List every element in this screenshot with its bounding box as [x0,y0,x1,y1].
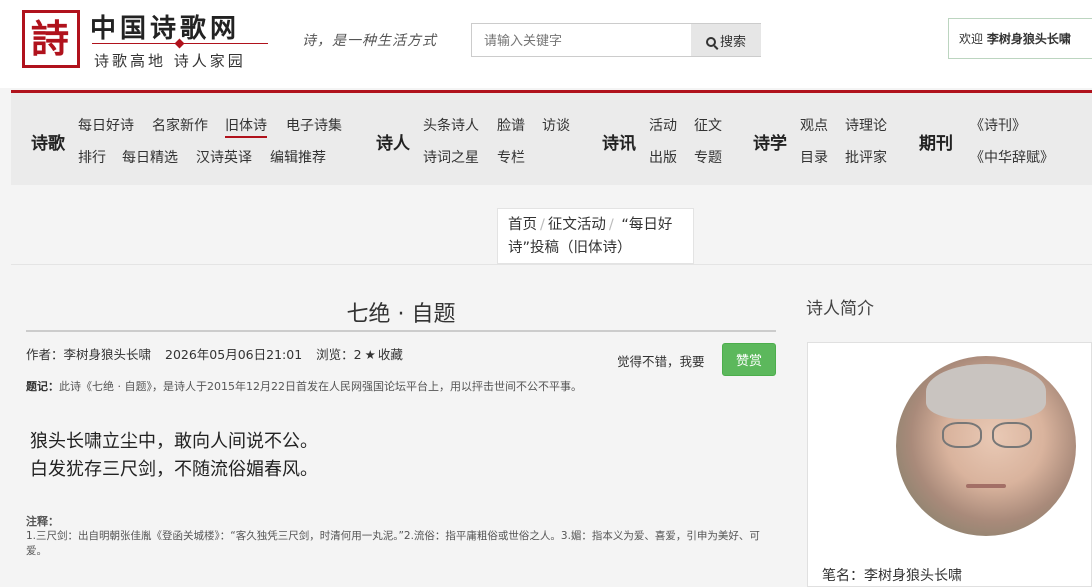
nav-link-viewpoints[interactable]: 观点 [800,115,828,135]
nav-link-e-collection[interactable]: 电子诗集 [286,115,342,135]
site-header: 詩 中国诗歌网 诗歌高地 诗人家园 诗，是一种生活方式 搜索 欢迎 李树身狼头长… [0,0,1092,88]
search-icon [705,36,716,47]
poem-body: 狼头长啸立尘中，敢向人间说不公。 白发犹存三尺剑，不随流俗媚春风。 [30,428,318,484]
pen-name: 笔名：李树身狼头长啸 [822,568,962,584]
nav-link-topics[interactable]: 专题 [694,147,722,167]
logo-glyph: 詩 [31,16,70,61]
breadcrumb-home[interactable]: 首页 [508,217,537,233]
dedication-text: 此诗《七绝 · 自题》，是诗人于2015年12月22日首发在人民网强国论坛平台上… [59,380,582,393]
nav-category-poets[interactable]: 诗人 [376,129,410,154]
breadcrumb-separator: / [608,217,614,233]
mouth [966,484,1006,488]
article-meta: 作者：李树身狼头长啸 2026年05月06日21:01 浏览：2 ★ 收藏 [26,344,413,363]
nav-link-critics[interactable]: 批评家 [845,147,887,167]
nav-link-ranking[interactable]: 排行 [78,147,106,167]
nav-category-poetry[interactable]: 诗歌 [31,129,65,154]
nav-link-columns[interactable]: 专栏 [497,147,525,167]
breadcrumb-separator: / [540,217,545,233]
nav-link-cifu[interactable]: 《中华辞赋》 [970,147,1054,167]
favorite-link[interactable]: 收藏 [378,347,403,362]
nav-link-profiles[interactable]: 脸谱 [497,115,525,135]
star-icon[interactable]: ★ [365,347,376,362]
user-name-link[interactable]: 李树身狼头长啸 [987,32,1071,46]
breadcrumb-section[interactable]: 征文活动 [548,217,606,233]
article-title: 七绝 · 自题 [346,302,456,327]
notes-label: 注释： [26,515,59,528]
nav-link-interviews[interactable]: 访谈 [542,115,570,135]
search-button-label: 搜索 [719,33,746,49]
search-button[interactable]: 搜索 [691,24,761,56]
welcome-box: 欢迎 李树身狼头长啸 [948,18,1092,59]
glasses-left [942,422,982,448]
poem-line: 白发犹存三尺剑，不随流俗媚春风。 [30,459,318,480]
site-slogan: 诗，是一种生活方式 [302,33,437,49]
title-divider [26,330,776,332]
nav-link-star[interactable]: 诗词之星 [423,147,479,167]
nav-category-poetics[interactable]: 诗学 [753,129,787,154]
glasses-right [992,422,1032,448]
like-prompt: 觉得不错，我要 [617,354,705,369]
site-logo[interactable]: 詩 [22,10,80,68]
nav-link-shikan[interactable]: 《诗刊》 [970,115,1026,135]
main-nav: 诗歌 每日好诗 名家新作 旧体诗 电子诗集 排行 每日精选 汉诗英译 编辑推荐 … [11,90,1092,185]
dedication: 题记：此诗《七绝 · 自题》，是诗人于2015年12月22日首发在人民网强国论坛… [26,378,582,394]
site-name[interactable]: 中国诗歌网 [90,8,240,45]
poem-line: 狼头长啸立尘中，敢向人间说不公。 [30,431,318,452]
nav-link-classical-poetry[interactable]: 旧体诗 [225,115,267,138]
nav-link-catalog[interactable]: 目录 [800,147,828,167]
nav-category-news[interactable]: 诗讯 [602,129,636,154]
hair [926,364,1046,419]
nav-link-publishing[interactable]: 出版 [649,147,677,167]
breadcrumb: 首页 / 征文活动 / “每日好诗”投稿（旧体诗） [497,208,694,264]
nav-link-masters-new[interactable]: 名家新作 [152,115,208,135]
welcome-prefix: 欢迎 [959,32,984,46]
nav-link-daily-picks[interactable]: 每日精选 [122,147,178,167]
publish-date: 2026年05月06日21:01 [165,347,303,362]
nav-link-translations[interactable]: 汉诗英译 [196,147,252,167]
nav-link-headline-poet[interactable]: 头条诗人 [423,115,479,135]
author-link[interactable]: 作者：李树身狼头长啸 [26,347,151,362]
site-tagline: 诗歌高地 诗人家园 [94,52,246,70]
reward-button[interactable]: 赞赏 [722,343,776,376]
avatar[interactable] [896,356,1076,536]
nav-link-daily-poem[interactable]: 每日好诗 [78,115,134,135]
logo-divider [92,38,268,49]
nav-category-journals[interactable]: 期刊 [919,129,953,154]
notes-text: 1.三尺剑：出自明朝张佳胤《登函关城楼》：“客久独凭三尺剑，时清何用一丸泥。”2… [26,530,760,557]
nav-link-events[interactable]: 活动 [649,115,677,135]
search-box: 搜索 [471,23,761,57]
nav-link-theory[interactable]: 诗理论 [845,115,887,135]
nav-link-editor-picks[interactable]: 编辑推荐 [270,147,326,167]
nav-link-contests[interactable]: 征文 [694,115,722,135]
view-count: 浏览：2 [316,347,362,362]
profile-heading: 诗人简介 [806,299,874,319]
section-divider [11,264,1092,265]
dedication-label: 题记： [26,380,59,393]
search-input[interactable] [472,24,691,56]
